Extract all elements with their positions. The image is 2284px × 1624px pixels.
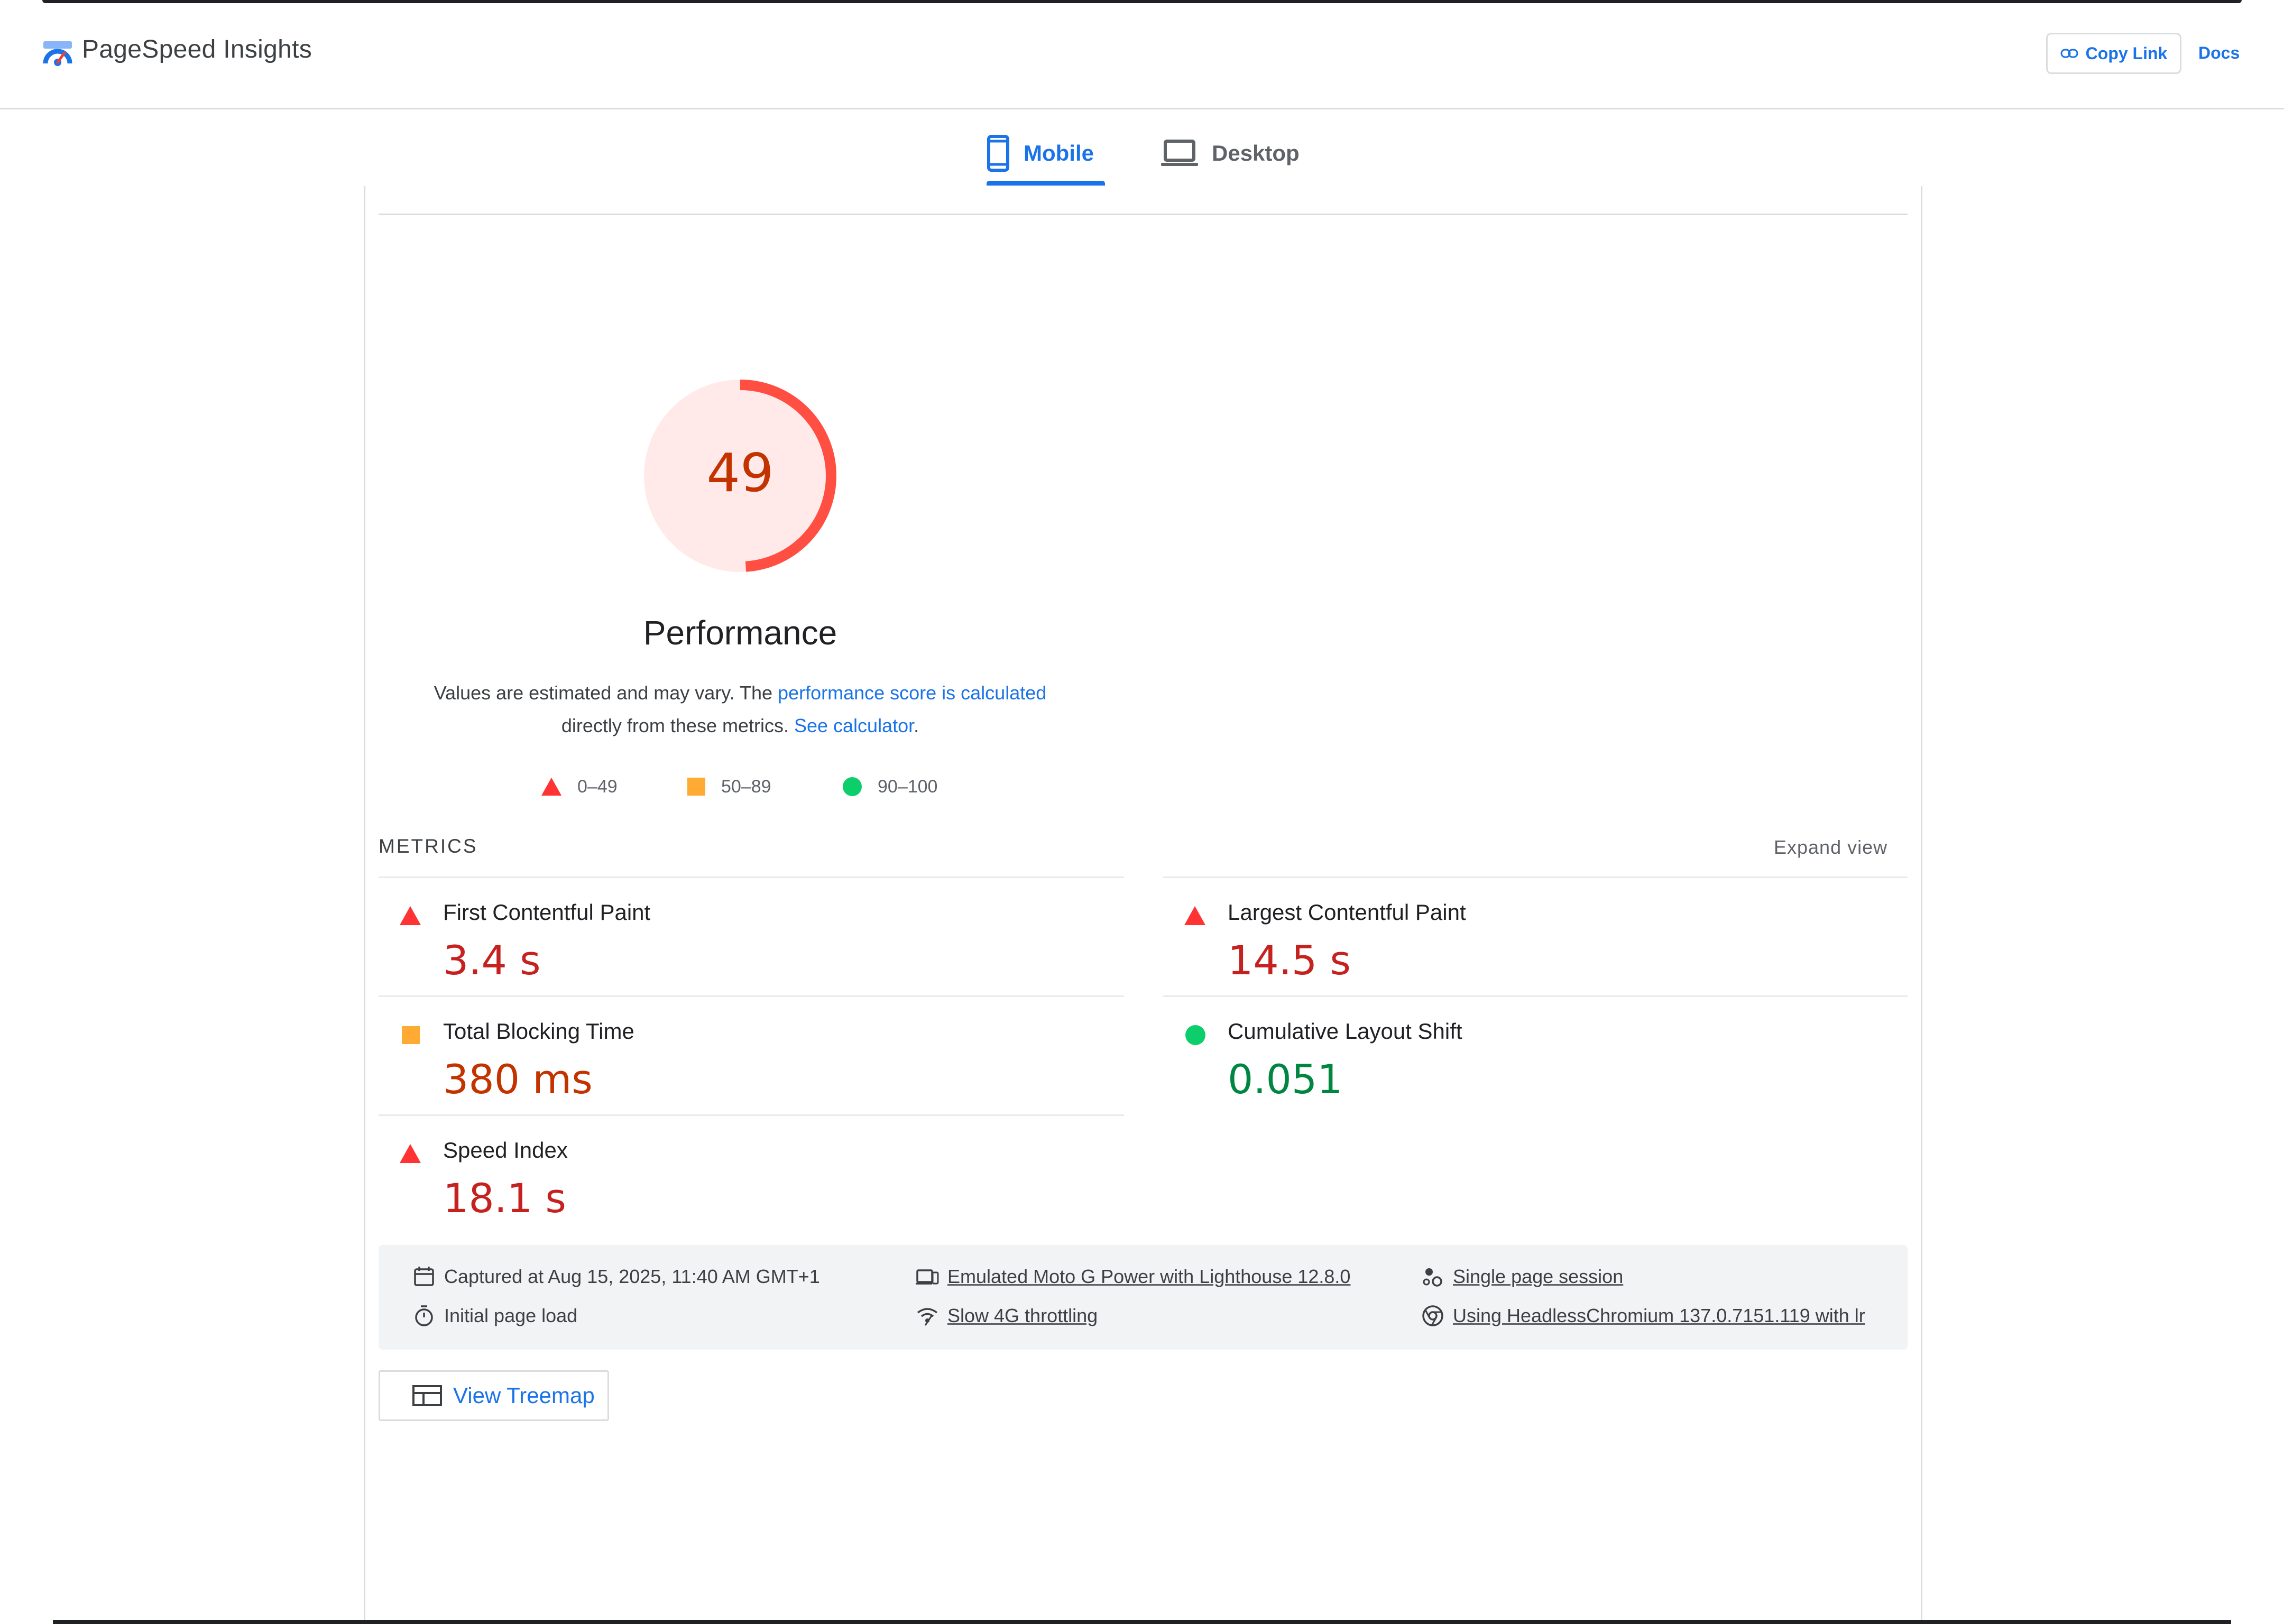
window-bottom-edge (53, 1620, 2231, 1624)
metric-name: Cumulative Layout Shift (1228, 1019, 1462, 1044)
active-tab-indicator (987, 181, 1105, 186)
treemap-icon (412, 1385, 442, 1406)
pass-circle-icon (1185, 1025, 1205, 1045)
env-session[interactable]: Single page session (1421, 1265, 1623, 1288)
runtime-settings: Captured at Aug 15, 2025, 11:40 AM GMT+1… (379, 1245, 1908, 1350)
desc-suffix: . (914, 715, 919, 736)
link-icon (2060, 49, 2078, 58)
metrics-title: METRICS (379, 835, 478, 857)
performance-score: 49 (706, 442, 774, 504)
scale-fail: 0–49 (541, 772, 618, 801)
tab-desktop-label: Desktop (1212, 141, 1300, 165)
docs-link[interactable]: Docs (2198, 43, 2240, 63)
tab-desktop[interactable]: Desktop (1161, 121, 1300, 186)
scale-average: 50–89 (687, 772, 771, 801)
env-throttling-text[interactable]: Slow 4G throttling (947, 1305, 1098, 1327)
metric-speed-index: Speed Index 18.1 s (379, 1115, 1119, 1232)
chrome-icon (1422, 1305, 1443, 1326)
metric-value: 14.5 s (1228, 937, 1351, 984)
scale-average-label: 50–89 (721, 776, 771, 797)
calendar-icon (414, 1267, 434, 1286)
metric-cumulative-layout-shift: Cumulative Layout Shift 0.051 (1163, 996, 1903, 1113)
network-signal-icon (917, 1308, 938, 1326)
laptop-icon (1161, 140, 1198, 166)
timer-icon (415, 1305, 433, 1326)
env-captured: Captured at Aug 15, 2025, 11:40 AM GMT+1 (412, 1265, 820, 1288)
session-icon (1423, 1268, 1442, 1287)
metric-largest-contentful-paint: Largest Contentful Paint 14.5 s (1163, 878, 1903, 994)
score-calculated-link[interactable]: performance score is calculated (778, 682, 1046, 704)
fail-triangle-icon (400, 1144, 421, 1163)
copy-link-button[interactable]: Copy Link (2046, 33, 2181, 74)
performance-label: Performance (643, 614, 837, 652)
env-throttling[interactable]: Slow 4G throttling (916, 1304, 1098, 1327)
env-device[interactable]: Emulated Moto G Power with Lighthouse 12… (916, 1265, 1350, 1288)
view-treemap-label: View Treemap (453, 1383, 595, 1408)
metric-name: First Contentful Paint (443, 900, 651, 925)
metric-first-contentful-paint: First Contentful Paint 3.4 s (379, 878, 1119, 994)
pagespeed-logo-icon (43, 41, 72, 66)
copy-link-label: Copy Link (2085, 43, 2168, 63)
tab-mobile-label: Mobile (1024, 141, 1094, 165)
scale-pass: 90–100 (843, 772, 937, 801)
view-treemap-button[interactable]: View Treemap (379, 1370, 609, 1421)
pass-circle-icon (843, 777, 862, 796)
devices-icon (916, 1269, 939, 1285)
scale-pass-label: 90–100 (878, 776, 938, 797)
env-session-text[interactable]: Single page session (1453, 1266, 1623, 1288)
metric-value: 380 ms (443, 1056, 593, 1103)
header: PageSpeed Insights Copy Link Docs (0, 0, 2284, 109)
scale-fail-label: 0–49 (577, 776, 618, 797)
app-title: PageSpeed Insights (82, 35, 312, 63)
tab-mobile[interactable]: Mobile (987, 121, 1094, 186)
metric-name: Largest Contentful Paint (1228, 900, 1466, 925)
performance-description: Values are estimated and may vary. The p… (412, 677, 1068, 742)
metric-name: Speed Index (443, 1138, 568, 1162)
report-divider (379, 214, 1908, 215)
metric-total-blocking-time: Total Blocking Time 380 ms (379, 996, 1119, 1113)
env-browser-text[interactable]: Using HeadlessChromium 137.0.7151.119 wi… (1453, 1305, 1865, 1327)
metric-value: 0.051 (1228, 1056, 1343, 1103)
env-captured-text: Captured at Aug 15, 2025, 11:40 AM GMT+1 (444, 1266, 820, 1287)
smartphone-icon (987, 135, 1009, 172)
metric-value: 18.1 s (443, 1175, 566, 1222)
env-initial-load: Initial page load (412, 1304, 577, 1327)
fail-triangle-icon (400, 906, 421, 925)
desc-prefix: Values are estimated and may vary. The (434, 682, 778, 704)
average-square-icon (402, 1026, 420, 1044)
metric-value: 3.4 s (443, 937, 541, 984)
fail-triangle-icon (541, 778, 561, 796)
metric-name: Total Blocking Time (443, 1019, 634, 1044)
desc-middle: directly from these metrics. (561, 715, 794, 736)
env-device-text[interactable]: Emulated Moto G Power with Lighthouse 12… (947, 1266, 1350, 1288)
expand-view-toggle[interactable]: Expand view (1774, 836, 1887, 859)
env-initial-load-text: Initial page load (444, 1305, 578, 1326)
see-calculator-link[interactable]: See calculator (794, 715, 914, 736)
env-browser[interactable]: Using HeadlessChromium 137.0.7151.119 wi… (1421, 1304, 1865, 1327)
average-square-icon (687, 778, 705, 796)
fail-triangle-icon (1184, 906, 1205, 925)
